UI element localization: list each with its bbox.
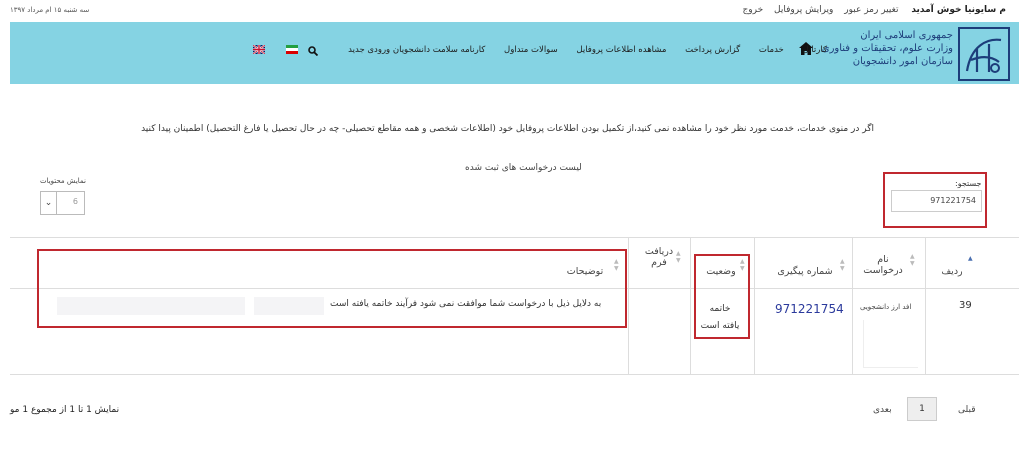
- gov-line-1: جمهوری اسلامی ایران: [860, 30, 953, 41]
- nav-item-services[interactable]: خدمات: [759, 45, 784, 55]
- date-text: سه شنبه ۱۵ ام مرداد ۱۳۹۷: [10, 6, 90, 14]
- header-row-number[interactable]: ردیف: [932, 266, 972, 277]
- column-divider: [628, 238, 629, 375]
- user-links: م سایونیا خوش آمدید تغییر رمز عبور ویرای…: [734, 5, 1006, 15]
- persian-flag-icon[interactable]: [286, 45, 298, 54]
- nav-item-faq[interactable]: سوالات متداول: [504, 45, 558, 55]
- sort-icon[interactable]: ▲ ▼: [910, 253, 915, 267]
- main-nav: کارتابل خدمات گزارش پرداخت مشاهده اطلاعا…: [332, 45, 827, 55]
- page-size-value: 6: [72, 197, 78, 206]
- edit-profile-link[interactable]: ویرایش پروفایل: [774, 5, 833, 15]
- chevron-down-icon[interactable]: ⌄: [41, 192, 57, 214]
- column-divider: [754, 238, 755, 375]
- change-password-link[interactable]: تغییر رمز عبور: [844, 5, 898, 15]
- logout-link[interactable]: خروج: [742, 5, 763, 15]
- description-highlight-box: [37, 249, 627, 328]
- sort-icon[interactable]: ▲ ▼: [840, 258, 845, 272]
- sort-asc-icon[interactable]: ▲: [968, 255, 973, 262]
- cell-request-name-blank: [863, 320, 918, 368]
- search-input[interactable]: 971221754: [891, 190, 982, 212]
- site-header: جمهوری اسلامی ایران وزارت علوم، تحقیقات …: [10, 22, 1019, 84]
- previous-page-button[interactable]: قبلی: [958, 405, 976, 415]
- column-divider: [690, 238, 691, 375]
- page-size-label: نمایش محتویات: [40, 177, 86, 185]
- cell-row-number: 39: [959, 300, 972, 311]
- ministry-logo[interactable]: [957, 26, 1011, 82]
- welcome-text: م سایونیا خوش آمدید: [911, 5, 1006, 15]
- pagination-info: نمایش 1 تا 1 از مجموع 1 مو: [10, 405, 120, 415]
- profile-notice: اگر در منوی خدمات، خدمت مورد نظر خود را …: [141, 124, 874, 134]
- header-form-download[interactable]: دریافت فرم: [640, 246, 678, 268]
- nav-item-payment-report[interactable]: گزارش پرداخت: [685, 45, 740, 55]
- top-bar: م سایونیا خوش آمدید تغییر رمز عبور ویرای…: [0, 0, 1024, 22]
- column-divider: [925, 238, 926, 375]
- cell-request-name: افد ارز دانشجویی: [860, 303, 912, 311]
- column-divider: [852, 238, 853, 375]
- gov-line-3: سازمان امور دانشجویان: [852, 56, 953, 67]
- gov-line-2: وزارت علوم، تحقیقات و فناوری: [821, 43, 953, 54]
- header-tracking-number[interactable]: شماره پیگیری: [770, 266, 840, 277]
- header-request-name[interactable]: نام درخواست: [858, 254, 908, 276]
- nav-item-health-report[interactable]: کارنامه سلامت دانشجویان ورودی جدید: [348, 45, 485, 55]
- next-page-button[interactable]: بعدی: [873, 405, 892, 415]
- nav-item-kartable[interactable]: کارتابل: [803, 45, 828, 55]
- cell-tracking-number[interactable]: 971221754: [775, 302, 844, 316]
- list-title: لیست درخواست های ثبت شده: [465, 163, 582, 173]
- organization-title: جمهوری اسلامی ایران وزارت علوم، تحقیقات …: [822, 29, 953, 68]
- nav-item-profile[interactable]: مشاهده اطلاعات پروفایل: [576, 45, 666, 55]
- current-page-button[interactable]: 1: [907, 397, 937, 421]
- status-highlight-box: [694, 254, 750, 339]
- search-icon[interactable]: [308, 46, 318, 56]
- english-flag-icon[interactable]: [253, 45, 265, 54]
- search-label: جستجو:: [955, 179, 982, 188]
- page-size-select[interactable]: ⌄ 6: [40, 191, 85, 215]
